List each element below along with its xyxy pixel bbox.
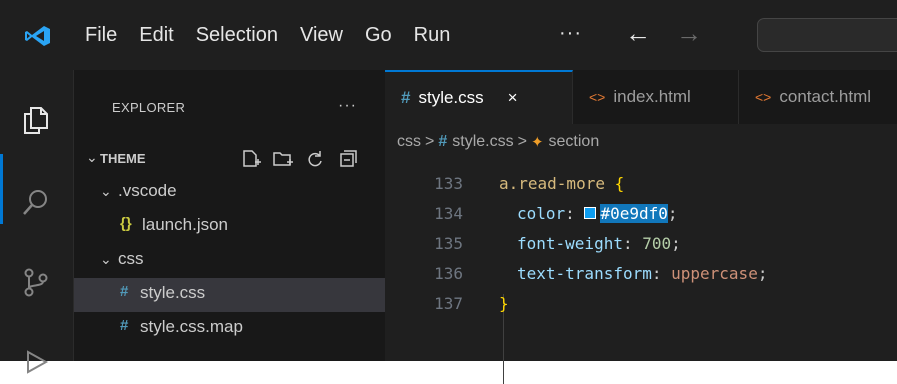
line-content: a.read-more { bbox=[499, 174, 624, 193]
chevron-down-icon: ⌄ bbox=[100, 183, 112, 199]
code-line: 137 } bbox=[385, 290, 897, 320]
breadcrumb-file[interactable]: style.css bbox=[452, 133, 513, 151]
explorer-files-icon[interactable] bbox=[20, 104, 52, 136]
vscode-logo-icon bbox=[25, 26, 50, 46]
workspace-folder-header[interactable]: ⌄ THEME bbox=[74, 142, 385, 176]
menu-selection[interactable]: Selection bbox=[196, 24, 278, 47]
tree-item-label: launch.json bbox=[142, 215, 229, 234]
css-value: uppercase bbox=[671, 264, 758, 283]
menu-view[interactable]: View bbox=[300, 24, 343, 47]
close-icon[interactable]: × bbox=[508, 88, 518, 108]
line-number: 133 bbox=[434, 174, 463, 193]
refresh-icon[interactable] bbox=[302, 148, 328, 170]
line-content: } bbox=[499, 294, 509, 313]
explorer-title: EXPLORER bbox=[112, 100, 186, 115]
title-bar: File Edit Selection View Go Run ··· ← → bbox=[0, 0, 897, 70]
active-view-indicator bbox=[0, 154, 3, 224]
tab-label: contact.html bbox=[779, 87, 872, 106]
command-center-search[interactable] bbox=[757, 18, 897, 52]
breadcrumb-folder[interactable]: css bbox=[397, 133, 421, 151]
chevron-down-icon: ⌄ bbox=[86, 149, 98, 165]
source-control-icon[interactable] bbox=[20, 266, 52, 298]
code-line: 135 font-weight: 700; bbox=[385, 230, 897, 260]
css-property: font-weight bbox=[517, 234, 623, 253]
tree-item-label: style.css.map bbox=[140, 317, 243, 336]
css-file-icon: # bbox=[120, 317, 129, 334]
tab-style-css[interactable]: # style.css × bbox=[385, 70, 573, 124]
tab-contact-html[interactable]: <> contact.html bbox=[739, 70, 897, 124]
code-line: 136 text-transform: uppercase; bbox=[385, 260, 897, 290]
collapse-all-icon[interactable] bbox=[334, 148, 360, 170]
css-property: color bbox=[517, 204, 566, 223]
menu-more-button[interactable]: ··· bbox=[559, 22, 582, 45]
menu-go[interactable]: Go bbox=[365, 24, 392, 47]
tree-folder-css[interactable]: ⌄ css bbox=[74, 244, 385, 278]
html-file-icon: <> bbox=[589, 89, 606, 105]
code-line: 134 color: #0e9df0; bbox=[385, 200, 897, 230]
explorer-more-actions-button[interactable]: ··· bbox=[338, 97, 357, 115]
run-debug-icon[interactable] bbox=[20, 346, 52, 378]
editor-tabs: # style.css × <> index.html <> contact.h… bbox=[385, 70, 897, 124]
editor-area: # style.css × <> index.html <> contact.h… bbox=[385, 70, 897, 384]
menu-file[interactable]: File bbox=[85, 24, 117, 47]
json-file-icon: {} bbox=[120, 215, 132, 232]
breadcrumb: css > # style.css > ✦ section bbox=[385, 124, 897, 160]
css-file-icon: # bbox=[401, 88, 411, 107]
line-number: 137 bbox=[434, 294, 463, 313]
tree-file-style-css[interactable]: # style.css bbox=[74, 278, 385, 312]
line-content: color: #0e9df0; bbox=[517, 204, 678, 223]
css-value-selected: #0e9df0 bbox=[600, 204, 668, 223]
css-selector: a.read-more bbox=[499, 174, 605, 193]
menu-run[interactable]: Run bbox=[414, 24, 451, 47]
tree-folder-vscode[interactable]: ⌄ .vscode bbox=[74, 176, 385, 210]
line-content: font-weight: 700; bbox=[517, 234, 681, 253]
new-folder-icon[interactable] bbox=[270, 148, 296, 170]
css-file-icon: # bbox=[438, 133, 448, 150]
symbol-class-icon: ✦ bbox=[530, 134, 544, 151]
menu-edit[interactable]: Edit bbox=[139, 24, 173, 47]
breadcrumb-symbol[interactable]: section bbox=[549, 133, 600, 151]
forward-arrow-icon[interactable]: → bbox=[676, 18, 702, 49]
menu-bar: File Edit Selection View Go Run bbox=[85, 0, 472, 70]
workspace-folder-name: THEME bbox=[100, 151, 146, 166]
line-number: 134 bbox=[434, 204, 463, 223]
tree-item-label: css bbox=[118, 249, 144, 268]
tree-file-launch-json[interactable]: {} launch.json bbox=[74, 210, 385, 244]
brace-close: } bbox=[499, 294, 509, 313]
tab-label: style.css bbox=[418, 88, 484, 107]
back-arrow-icon[interactable]: ← bbox=[625, 18, 651, 49]
code-editor[interactable]: 133 a.read-more { 134 color: #0e9df0; 13… bbox=[385, 160, 897, 384]
activity-bar bbox=[0, 70, 74, 374]
folder-actions bbox=[238, 148, 366, 170]
vscode-window: File Edit Selection View Go Run ··· ← → bbox=[0, 0, 897, 384]
chevron-right-icon: > bbox=[425, 133, 435, 150]
tab-label: index.html bbox=[613, 87, 691, 106]
chevron-down-icon: ⌄ bbox=[100, 251, 112, 267]
search-icon[interactable] bbox=[20, 186, 52, 218]
css-file-icon: # bbox=[120, 283, 129, 300]
brace-open: { bbox=[614, 174, 625, 193]
tree-item-label: style.css bbox=[140, 283, 206, 302]
line-number: 135 bbox=[434, 234, 463, 253]
code-line: 133 a.read-more { bbox=[385, 170, 897, 200]
css-value: 700 bbox=[642, 234, 672, 253]
color-swatch-preview[interactable] bbox=[584, 207, 597, 219]
tree-file-style-css-map[interactable]: # style.css.map bbox=[74, 312, 385, 346]
chevron-right-icon: > bbox=[517, 133, 527, 150]
html-file-icon: <> bbox=[755, 89, 772, 105]
tree-item-label: .vscode bbox=[118, 181, 177, 200]
explorer-sidebar: EXPLORER ··· ⌄ THEME ⌄ .vscode {} launch… bbox=[74, 70, 385, 361]
tab-index-html[interactable]: <> index.html bbox=[573, 70, 739, 124]
css-property: text-transform bbox=[517, 264, 652, 283]
new-file-icon[interactable] bbox=[238, 148, 264, 170]
line-content: text-transform: uppercase; bbox=[517, 264, 768, 283]
line-number: 136 bbox=[434, 264, 463, 283]
